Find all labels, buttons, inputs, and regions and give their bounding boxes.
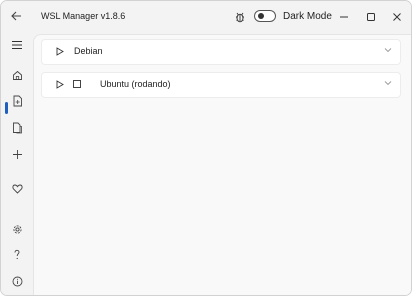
chevron-down-icon[interactable] bbox=[384, 47, 392, 53]
sidebar-item-favorite[interactable] bbox=[5, 178, 29, 200]
maximize-icon bbox=[367, 13, 375, 21]
plus-icon bbox=[12, 149, 22, 159]
arrow-left-icon bbox=[11, 11, 21, 21]
dark-mode-toggle[interactable] bbox=[254, 10, 276, 22]
stop-icon[interactable] bbox=[73, 80, 81, 88]
play-icon[interactable] bbox=[56, 47, 64, 56]
title-bar: WSL Manager v1.8.6 Dark Mode bbox=[1, 1, 411, 34]
sidebar bbox=[1, 34, 33, 295]
menu-icon bbox=[12, 41, 22, 49]
close-icon bbox=[393, 13, 401, 21]
sidebar-item-new-file[interactable] bbox=[5, 90, 29, 112]
toggle-knob bbox=[258, 13, 264, 19]
info-icon bbox=[12, 276, 22, 286]
file-add-icon bbox=[13, 95, 22, 107]
bug-icon[interactable] bbox=[234, 11, 246, 23]
main-content: Debian Ubuntu (rodando) bbox=[33, 34, 411, 295]
sidebar-item-help[interactable] bbox=[5, 244, 29, 266]
help-icon bbox=[14, 249, 20, 260]
sidebar-item-add[interactable] bbox=[5, 143, 29, 165]
sidebar-item-info[interactable] bbox=[5, 270, 29, 292]
distro-row-debian[interactable]: Debian bbox=[41, 39, 401, 65]
close-button[interactable] bbox=[382, 7, 411, 27]
gear-icon bbox=[12, 224, 22, 234]
back-button[interactable] bbox=[4, 5, 28, 27]
file-copy-icon bbox=[12, 122, 22, 134]
distro-row-ubuntu[interactable]: Ubuntu (rodando) bbox=[41, 72, 401, 98]
sidebar-item-settings[interactable] bbox=[5, 218, 29, 240]
distro-name: Debian bbox=[74, 46, 103, 56]
minimize-icon bbox=[340, 16, 348, 18]
minimize-button[interactable] bbox=[329, 7, 359, 27]
app-window: WSL Manager v1.8.6 Dark Mode Debian Ubun… bbox=[0, 0, 412, 296]
sidebar-item-home[interactable] bbox=[5, 64, 29, 86]
home-icon bbox=[12, 70, 22, 80]
chevron-down-icon[interactable] bbox=[384, 80, 392, 86]
play-icon[interactable] bbox=[56, 80, 64, 89]
app-title: WSL Manager v1.8.6 bbox=[41, 11, 126, 21]
sidebar-menu-button[interactable] bbox=[5, 34, 29, 56]
distro-name: Ubuntu (rodando) bbox=[100, 79, 171, 89]
heart-icon bbox=[11, 184, 23, 194]
sidebar-item-copy[interactable] bbox=[5, 117, 29, 139]
dark-mode-label: Dark Mode bbox=[283, 11, 332, 22]
